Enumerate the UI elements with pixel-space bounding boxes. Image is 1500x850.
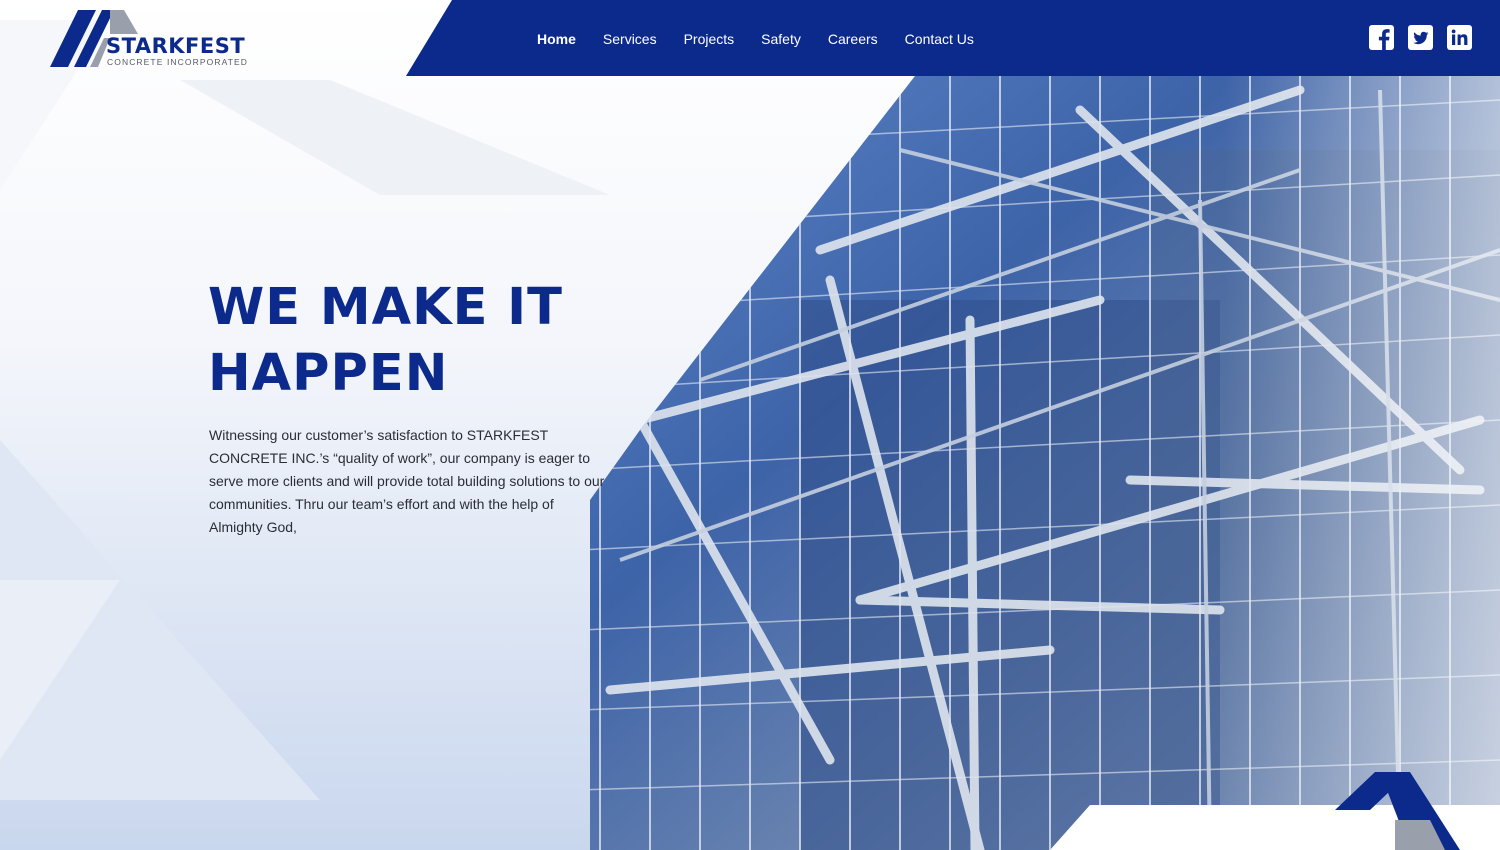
hero-description: Witnessing our customer’s satisfaction t… [209,427,605,535]
nav-projects-link[interactable]: Projects [684,31,735,47]
brand-tagline: CONCRETE INCORPORATED [107,57,249,67]
nav-home-link[interactable]: Home [537,31,576,47]
nav-careers-link[interactable]: Careers [828,31,878,47]
page: STARKFEST CONCRETE INCORPORATED Home Ser… [0,0,1500,850]
twitter-icon[interactable] [1408,25,1433,50]
hero-headline-line-2: HAPPEN [208,344,449,403]
nav-services-link[interactable]: Services [603,31,657,47]
brand-name: STARKFEST [106,34,246,58]
linkedin-icon[interactable] [1447,25,1472,50]
main-navigation: Home Services Projects Safety Careers Co… [537,28,1001,50]
nav-safety-link[interactable]: Safety [761,31,801,47]
hero-headline-line-1: WE MAKE IT [208,278,563,337]
facebook-icon[interactable] [1369,25,1394,50]
nav-contact-link[interactable]: Contact Us [905,31,974,47]
hero-headline: WE MAKE IT HAPPEN [208,275,628,407]
social-links [1369,25,1472,50]
